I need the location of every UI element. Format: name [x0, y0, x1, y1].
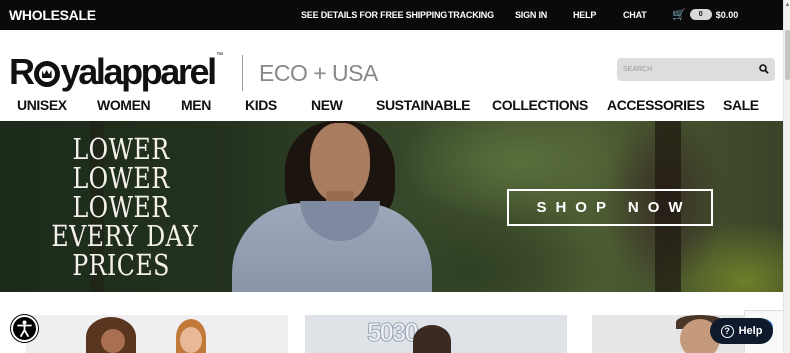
hero-line: EVERY DAY: [51, 219, 199, 253]
chat-link[interactable]: CHAT: [623, 10, 647, 20]
nav-new[interactable]: NEW: [311, 97, 343, 113]
search-icon[interactable]: [759, 63, 769, 76]
page-scrollbar[interactable]: ▲: [783, 0, 790, 353]
wholesale-link[interactable]: WHOLESALE: [9, 7, 96, 23]
logo-text-r: R: [9, 51, 35, 92]
cart-count-badge: 0: [689, 9, 712, 20]
free-shipping-link[interactable]: SEE DETAILS FOR FREE SHIPPING: [301, 10, 447, 20]
tracking-link[interactable]: TRACKING: [448, 10, 494, 20]
trademark-symbol: ™: [216, 52, 223, 59]
search-input[interactable]: [617, 58, 753, 81]
nav-collections[interactable]: COLLECTIONS: [492, 97, 588, 113]
nav-sustainable[interactable]: SUSTAINABLE: [376, 97, 471, 113]
hero-line: PRICES: [72, 248, 170, 282]
eco-usa-tagline: ECO + USA: [259, 60, 378, 86]
hero-line: LOWER: [72, 132, 170, 166]
help-link[interactable]: HELP: [573, 10, 596, 20]
nav-unisex[interactable]: UNISEX: [17, 97, 67, 113]
nav-men[interactable]: MEN: [181, 97, 211, 113]
shop-now-button[interactable]: SHOP NOW: [507, 189, 713, 226]
top-utility-bar: WHOLESALE SEE DETAILS FOR FREE SHIPPING …: [0, 0, 783, 30]
cart-button[interactable]: 🛒 0 $0.00: [672, 8, 738, 21]
accessibility-person-icon: [17, 320, 32, 337]
nav-kids[interactable]: KIDS: [245, 97, 277, 113]
cart-icon: 🛒: [672, 9, 686, 21]
hero-line: LOWER: [72, 161, 170, 195]
question-mark-icon: ?: [720, 324, 734, 338]
nav-sale[interactable]: SALE: [723, 97, 759, 113]
help-chat-button[interactable]: ? Help: [710, 318, 773, 344]
logo-text-rest: yalapparel: [60, 51, 218, 92]
scrollbar-thumb[interactable]: [785, 30, 790, 80]
hero-headline: LOWER LOWER LOWER EVERY DAY PRICES: [36, 135, 206, 280]
nav-accessories[interactable]: ACCESSORIES: [607, 97, 705, 113]
crown-icon: [33, 61, 60, 87]
category-card-women[interactable]: 5030: [305, 315, 567, 353]
search-box: [617, 58, 775, 81]
logo-divider: [242, 55, 243, 91]
card-image-child-face: [101, 329, 125, 353]
help-button-label: Help: [738, 325, 763, 337]
hero-line: LOWER: [72, 190, 170, 224]
scroll-up-arrow-icon[interactable]: ▲: [784, 1, 790, 9]
cart-total: $0.00: [715, 9, 739, 20]
accessibility-button[interactable]: [11, 315, 38, 342]
sign-in-link[interactable]: SIGN IN: [515, 10, 547, 20]
royal-apparel-logo[interactable]: Ryalapparel: [9, 51, 218, 93]
card-image-shirt-print: 5030: [367, 317, 420, 348]
hero-banner[interactable]: LOWER LOWER LOWER EVERY DAY PRICES SHOP …: [0, 121, 783, 292]
category-card-kids[interactable]: [26, 315, 288, 353]
card-image-model-hair: [413, 325, 451, 353]
nav-women[interactable]: WOMEN: [97, 97, 151, 113]
card-image-child-face: [180, 327, 202, 353]
